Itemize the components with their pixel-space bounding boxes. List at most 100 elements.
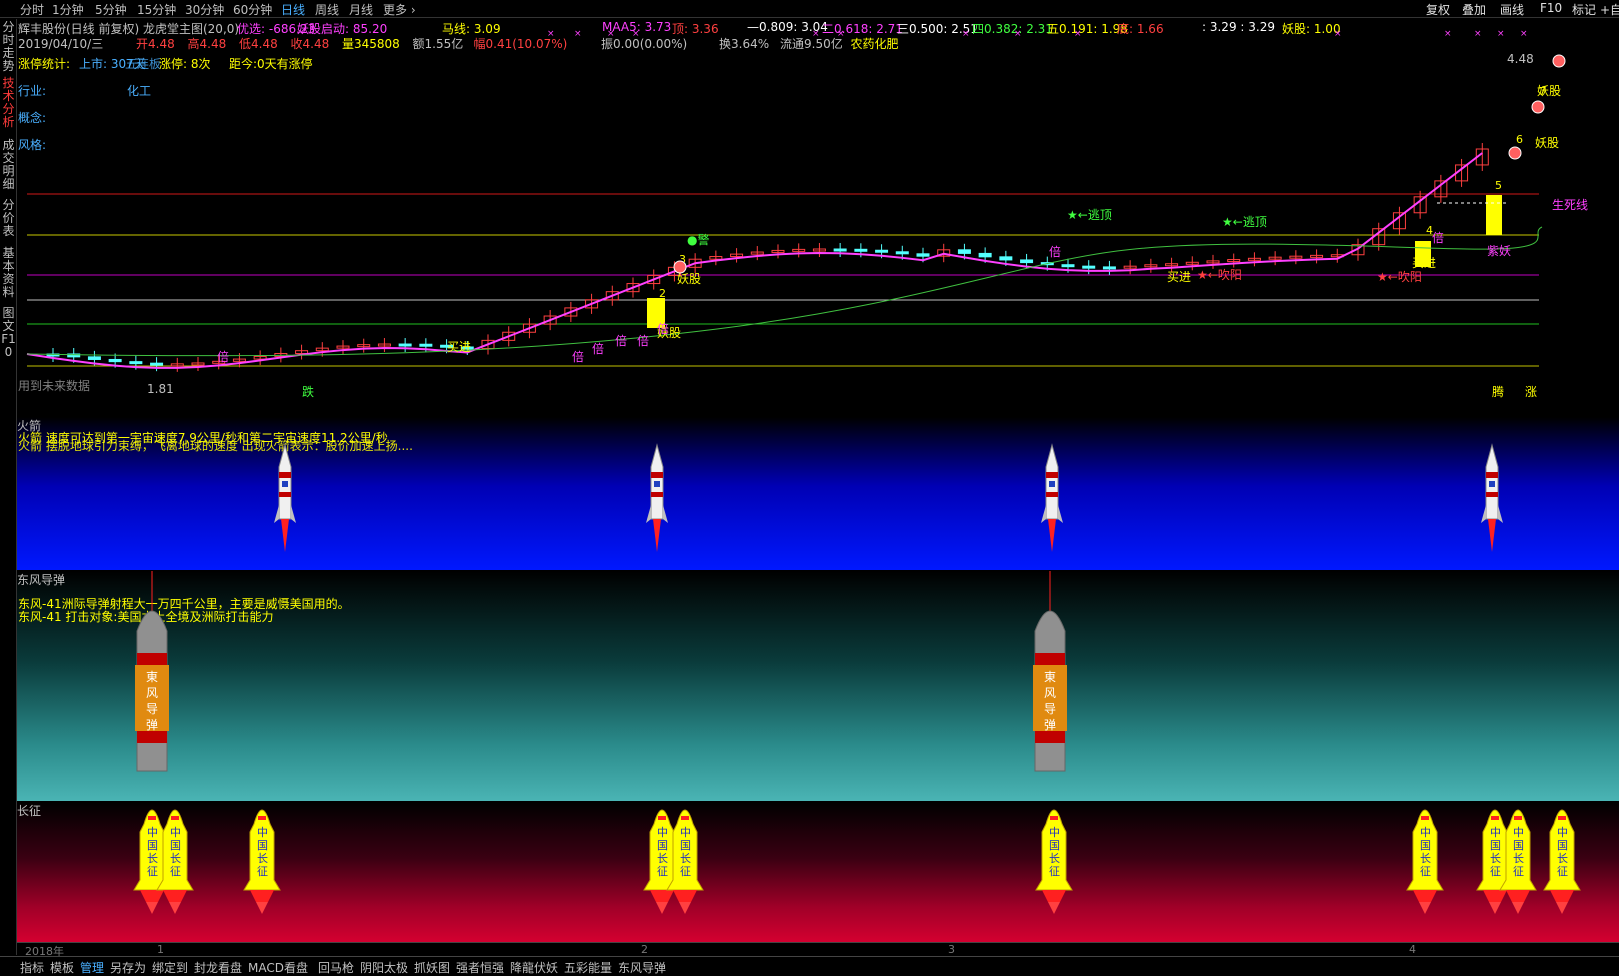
longmarch-body-char: 国 xyxy=(1557,839,1568,852)
tab-more[interactable]: 更多 › xyxy=(383,1,416,18)
axis-month-3: 3 xyxy=(948,943,955,956)
sidebar-tab-f10[interactable]: 图文F10 xyxy=(1,307,16,359)
chart-annotation-11: 买进 xyxy=(1167,270,1191,284)
missile-body-char: 导 xyxy=(1044,702,1056,716)
indicator-tab-10[interactable]: 强者恒强 xyxy=(456,959,504,976)
candle-body xyxy=(916,253,930,257)
chart-annotation-0: 妖股 xyxy=(677,272,701,286)
longmarch-body-char: 中 xyxy=(1513,826,1524,839)
candle-body xyxy=(87,356,101,360)
indicator-tab-6[interactable]: MACD看盘 xyxy=(248,959,308,976)
tab-15min[interactable]: 15分钟 xyxy=(137,1,176,18)
candle-body xyxy=(957,249,971,254)
missile-body-char: 风 xyxy=(1044,686,1056,700)
ball-marker xyxy=(673,260,687,274)
chart-annotation-16: 涨 xyxy=(1525,384,1537,399)
sidebar-tab-fenshi[interactable]: 分时走势 xyxy=(1,21,16,73)
chart-annotation-4: 紫妖 xyxy=(1487,244,1511,258)
x-marker: × xyxy=(1520,29,1528,39)
chart-annotation-14: 跌 xyxy=(302,384,314,399)
x-marker: × xyxy=(1474,29,1482,39)
tab-30min[interactable]: 30分钟 xyxy=(185,1,224,18)
candle-body xyxy=(875,249,889,253)
sidebar-tab-trades[interactable]: 成交明细 xyxy=(1,139,16,191)
x-marker: × xyxy=(1334,29,1342,39)
longmarch-panel[interactable]: 长征 中国长征中国长征中国长征中国长征中国长征中国长征中国长征中国长征中国长征中… xyxy=(17,802,1619,942)
tab-daily[interactable]: 日线 xyxy=(281,1,305,18)
longmarch-body-char: 国 xyxy=(1490,839,1501,852)
x-marker: × xyxy=(962,29,970,39)
sidebar-tab-technical[interactable]: 技术分析 xyxy=(1,77,16,129)
longmarch-body-char: 中 xyxy=(147,826,158,839)
candle-body xyxy=(833,248,847,252)
bei-label: 倍 xyxy=(1049,244,1061,259)
indicator-tab-1[interactable]: 模板 xyxy=(50,959,74,976)
chart-annotation-9: 买进 xyxy=(447,340,471,354)
chart-annotation-5: ★←逃顶 xyxy=(1067,208,1112,222)
candle-body xyxy=(854,248,868,252)
longmarch-rocket-icon: 中国长征 xyxy=(1035,809,1073,914)
tab-monthly[interactable]: 月线 xyxy=(349,1,373,18)
candle-body xyxy=(419,343,433,347)
indicator-tab-4[interactable]: 绑定到 xyxy=(152,959,188,976)
indicator-tab-5[interactable]: 封龙看盘 xyxy=(194,959,242,976)
x-marker: × xyxy=(547,29,555,39)
indicator-tab-8[interactable]: 阴阳太极 xyxy=(360,959,408,976)
longmarch-body-char: 长 xyxy=(1049,852,1060,865)
axis-month-2: 2 xyxy=(641,943,648,956)
mark-button[interactable]: 标记 xyxy=(1572,1,1596,18)
missile-panel[interactable]: 东风导弹 东风-41洲际导弹射程大一万四千公里，主要是威慑美国用的。 东风-41… xyxy=(17,571,1619,801)
x-marker: × xyxy=(812,29,820,39)
tab-60min[interactable]: 60分钟 xyxy=(233,1,272,18)
bei-label: 倍 xyxy=(592,341,604,356)
tab-5min[interactable]: 5分钟 xyxy=(95,1,127,18)
indicator-tab-0[interactable]: 指标 xyxy=(20,959,44,976)
tab-weekly[interactable]: 周线 xyxy=(315,1,339,18)
indicator-tab-13[interactable]: 东风导弹 xyxy=(618,959,666,976)
custom-button[interactable]: +自 xyxy=(1600,1,1619,18)
longmarch-body-char: 国 xyxy=(1513,839,1524,852)
bei-label: 倍 xyxy=(637,333,649,348)
indicator-tab-2[interactable]: 管理 xyxy=(80,959,104,976)
longmarch-body-char: 征 xyxy=(1490,865,1501,878)
tab-fenshi[interactable]: 分时 xyxy=(20,1,44,18)
bei-label: 倍 xyxy=(615,333,627,348)
time-axis: 2018年 1 2 3 4 xyxy=(17,942,1619,958)
indicator-tab-9[interactable]: 抓妖图 xyxy=(414,959,450,976)
ma-long-line xyxy=(26,226,1543,357)
longmarch-body-char: 征 xyxy=(1557,865,1568,878)
candle-body xyxy=(1020,259,1034,264)
f10-button[interactable]: F10 xyxy=(1540,1,1562,15)
indicator-tab-3[interactable]: 另存为 xyxy=(110,959,146,976)
main-kline-panel[interactable]: 辉丰股份(日线 前复权) 龙虎堂主图(20,0) 优选: -686.23 妖股启动… xyxy=(17,19,1619,417)
ball-marker xyxy=(1508,146,1522,160)
x-marker: × xyxy=(1074,29,1082,39)
rocket-panel[interactable]: 火箭 火箭 速度可达到第一宇宙速度7.9公里/秒和第二宇宙速度11.2公里/秒 … xyxy=(17,417,1619,570)
longmarch-body-char: 长 xyxy=(680,852,691,865)
chart-annotation-3: 妖股 xyxy=(1535,136,1559,150)
indicator-tab-bar: 指标 模板 管理 另存为 绑定到 封龙看盘 MACD看盘 回马枪 阴阳太极 抓妖图 强者恒强 降龍伏妖… xyxy=(0,956,1619,976)
tab-1min[interactable]: 1分钟 xyxy=(52,1,84,18)
longmarch-canvas: 中国长征中国长征中国长征中国长征中国长征中国长征中国长征中国长征中国长征中国长征 xyxy=(133,809,1581,914)
longmarch-body-char: 长 xyxy=(1513,852,1524,865)
indicator-tab-12[interactable]: 五彩能量 xyxy=(564,959,612,976)
draw-line-button[interactable]: 画线 xyxy=(1500,1,1524,18)
longmarch-body-char: 中 xyxy=(657,826,668,839)
indicator-tab-11[interactable]: 降龍伏妖 xyxy=(510,959,558,976)
missile-icon: 東风导弹 xyxy=(135,571,169,772)
sidebar-tab-price-table[interactable]: 分价表 xyxy=(1,199,16,239)
longmarch-rocket-icon: 中国长征 xyxy=(1406,809,1444,914)
streak-counter-2: 4 xyxy=(1426,224,1433,237)
longmarch-body-char: 国 xyxy=(1049,839,1060,852)
x-marker: × xyxy=(1497,29,1505,39)
longmarch-rocket-icon: 中国长征 xyxy=(1543,809,1581,914)
fuquan-button[interactable]: 复权 xyxy=(1426,1,1450,18)
streak-counter-0: 2 xyxy=(659,287,666,300)
longmarch-body-char: 国 xyxy=(1420,839,1431,852)
chart-annotation-12: ●警 xyxy=(687,232,709,247)
candle-body xyxy=(108,358,122,363)
sidebar-tab-basic-info[interactable]: 基本资料 xyxy=(1,247,16,299)
overlay-button[interactable]: 叠加 xyxy=(1462,1,1486,18)
indicator-tab-7[interactable]: 回马枪 xyxy=(318,959,354,976)
bei-label: 倍 xyxy=(572,349,584,364)
